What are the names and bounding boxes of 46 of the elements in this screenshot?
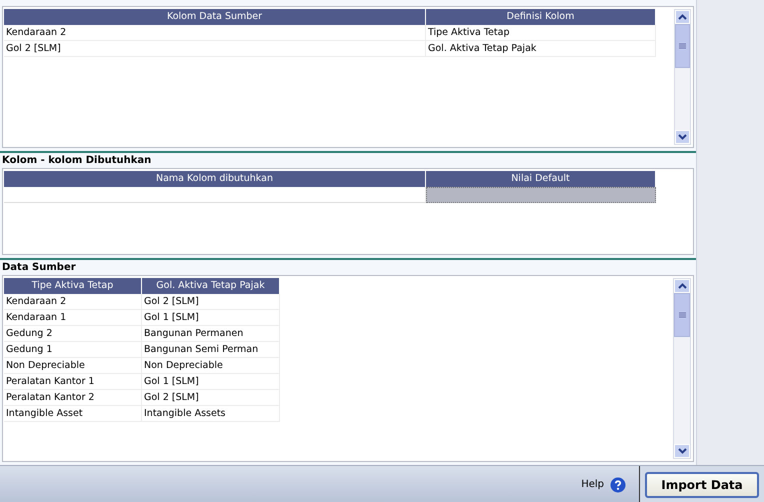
- help-label[interactable]: Help: [581, 479, 604, 490]
- table-cell: Kendaraan 1: [4, 310, 142, 326]
- column-header[interactable]: Definisi Kolom: [426, 9, 656, 25]
- table-cell: Gol 2 [SLM]: [142, 294, 280, 310]
- scroll-down-button[interactable]: [675, 130, 690, 144]
- table-cell: Gol 2 [SLM]: [4, 41, 426, 57]
- table-cell: Intangible Asset: [4, 406, 142, 422]
- table-cell: Bangunan Semi Perman: [142, 342, 280, 358]
- column-header[interactable]: Kolom Data Sumber: [4, 9, 426, 25]
- table-cell: Intangible Assets: [142, 406, 280, 422]
- column-header[interactable]: Gol. Aktiva Tetap Pajak: [142, 278, 280, 294]
- table-cell: Peralatan Kantor 1: [4, 374, 142, 390]
- section-title: Data Sumber: [1, 261, 77, 275]
- import-data-button[interactable]: Import Data: [645, 472, 759, 498]
- help-icon[interactable]: [610, 476, 626, 492]
- default-value-cell[interactable]: [426, 187, 656, 203]
- table-cell: Tipe Aktiva Tetap: [426, 25, 656, 41]
- table-cell: Gol 2 [SLM]: [142, 390, 280, 406]
- chevron-up-icon: [678, 283, 686, 289]
- scroll-up-button[interactable]: [675, 10, 690, 24]
- table-cell: Kendaraan 2: [4, 25, 426, 41]
- chevron-up-icon: [678, 14, 687, 20]
- chevron-down-icon: [678, 448, 686, 454]
- table-cell: Gedung 2: [4, 326, 142, 342]
- column-header[interactable]: Tipe Aktiva Tetap: [4, 278, 142, 294]
- chevron-down-icon: [678, 134, 687, 140]
- table-cell: Gol 1 [SLM]: [142, 310, 280, 326]
- section-title: Kolom - kolom Dibutuhkan: [1, 154, 152, 168]
- scroll-thumb[interactable]: [675, 24, 690, 68]
- scroll-down-button[interactable]: [674, 444, 690, 458]
- table-cell: Gol 1 [SLM]: [142, 374, 280, 390]
- column-header[interactable]: Nama Kolom dibutuhkan: [4, 171, 426, 187]
- grip-icon: [679, 43, 686, 49]
- scrollbar[interactable]: [674, 9, 691, 145]
- scrollbar[interactable]: [673, 278, 691, 459]
- table-cell: Peralatan Kantor 2: [4, 390, 142, 406]
- table-cell: Non Depreciable: [4, 358, 142, 374]
- table-cell: Gol. Aktiva Tetap Pajak: [426, 41, 656, 57]
- table-cell: Kendaraan 2: [4, 294, 142, 310]
- grip-icon: [678, 312, 686, 318]
- table-cell: Non Depreciable: [142, 358, 280, 374]
- scroll-thumb[interactable]: [674, 293, 690, 337]
- scroll-up-button[interactable]: [674, 279, 690, 293]
- table-cell: Bangunan Permanen: [142, 326, 280, 342]
- table-cell: Gedung 1: [4, 342, 142, 358]
- column-header[interactable]: Nilai Default: [426, 171, 656, 187]
